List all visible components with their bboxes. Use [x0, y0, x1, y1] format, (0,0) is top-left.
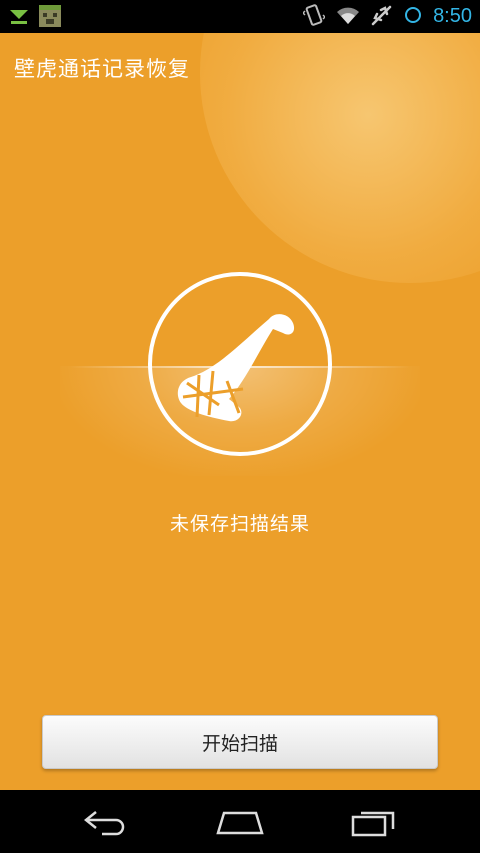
- back-button[interactable]: [76, 802, 136, 842]
- system-icons: 8:50: [302, 0, 472, 33]
- glow-divider: [70, 366, 410, 368]
- app-title: 壁虎通话记录恢复: [14, 57, 190, 81]
- clock: 8:50: [433, 5, 472, 27]
- wifi-icon: [335, 4, 361, 30]
- airplane-mode-icon: [371, 4, 393, 30]
- home-button[interactable]: [210, 802, 270, 842]
- app-screen: 壁虎通话记录恢复 未保存扫描结果 开始扫描: [0, 33, 480, 790]
- vibrate-icon: [302, 3, 327, 31]
- scan-status-text: 未保存扫描结果: [169, 513, 310, 535]
- phone-handset-icon: [148, 272, 332, 456]
- start-scan-button[interactable]: 开始扫描: [42, 715, 438, 769]
- background-glow: [200, 33, 480, 283]
- navigation-bar: [0, 790, 480, 853]
- status-bar: 8:50: [0, 0, 480, 33]
- android-app-icon: [38, 4, 62, 32]
- download-icon: [8, 5, 30, 31]
- notification-icons: [8, 4, 62, 32]
- screen: 8:50 壁虎通话记录恢复 未保存扫描结果 开始扫描: [0, 0, 480, 853]
- home-icon: [216, 811, 264, 835]
- recent-apps-icon: [351, 811, 395, 837]
- sync-icon: [403, 5, 423, 29]
- recent-apps-button[interactable]: [344, 802, 404, 842]
- back-icon: [83, 811, 125, 836]
